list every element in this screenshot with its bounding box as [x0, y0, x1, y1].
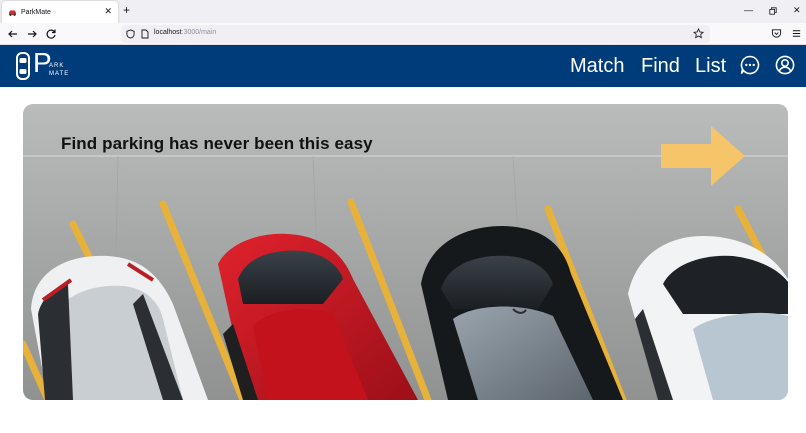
- page-icon[interactable]: [141, 29, 149, 39]
- tab-title: ParkMate: [21, 8, 51, 16]
- restore-icon[interactable]: [769, 7, 777, 15]
- hero-banner: Find parking has never been this easy: [23, 104, 788, 400]
- close-window-icon[interactable]: ✕: [793, 5, 801, 15]
- car-logo-icon: [16, 52, 30, 80]
- bookmark-star-icon[interactable]: [693, 28, 704, 39]
- logo-text-mate: MATE: [49, 71, 70, 77]
- nav-list[interactable]: List: [695, 55, 726, 77]
- chat-icon[interactable]: [740, 55, 760, 75]
- account-icon[interactable]: [775, 55, 795, 75]
- browser-tab[interactable]: ParkMate ✕: [2, 1, 118, 23]
- url-bar[interactable]: localhost:3000/main: [121, 25, 710, 43]
- menu-icon[interactable]: [791, 28, 802, 39]
- new-tab-icon[interactable]: +: [123, 4, 130, 16]
- hero-title: Find parking has never been this easy: [61, 134, 373, 153]
- shield-icon[interactable]: [126, 29, 135, 39]
- parkmate-logo[interactable]: P ARK MATE: [16, 48, 70, 82]
- logo-text-ark: ARK: [49, 63, 65, 69]
- app-header: P ARK MATE Match Find List: [0, 45, 806, 87]
- browser-tabstrip: ParkMate ✕ + — ✕: [0, 0, 806, 23]
- pocket-icon[interactable]: [771, 28, 782, 39]
- minimize-icon[interactable]: —: [744, 5, 753, 15]
- reload-icon[interactable]: [45, 28, 57, 40]
- tab-close-icon[interactable]: ✕: [104, 6, 112, 16]
- nav-find[interactable]: Find: [641, 55, 680, 77]
- car-favicon-icon: [9, 10, 16, 16]
- browser-navbar: localhost:3000/main: [0, 23, 806, 45]
- nav-match[interactable]: Match: [570, 55, 624, 77]
- url-text[interactable]: localhost:3000/main: [154, 29, 216, 36]
- back-icon[interactable]: [7, 28, 19, 40]
- forward-icon[interactable]: [26, 28, 38, 40]
